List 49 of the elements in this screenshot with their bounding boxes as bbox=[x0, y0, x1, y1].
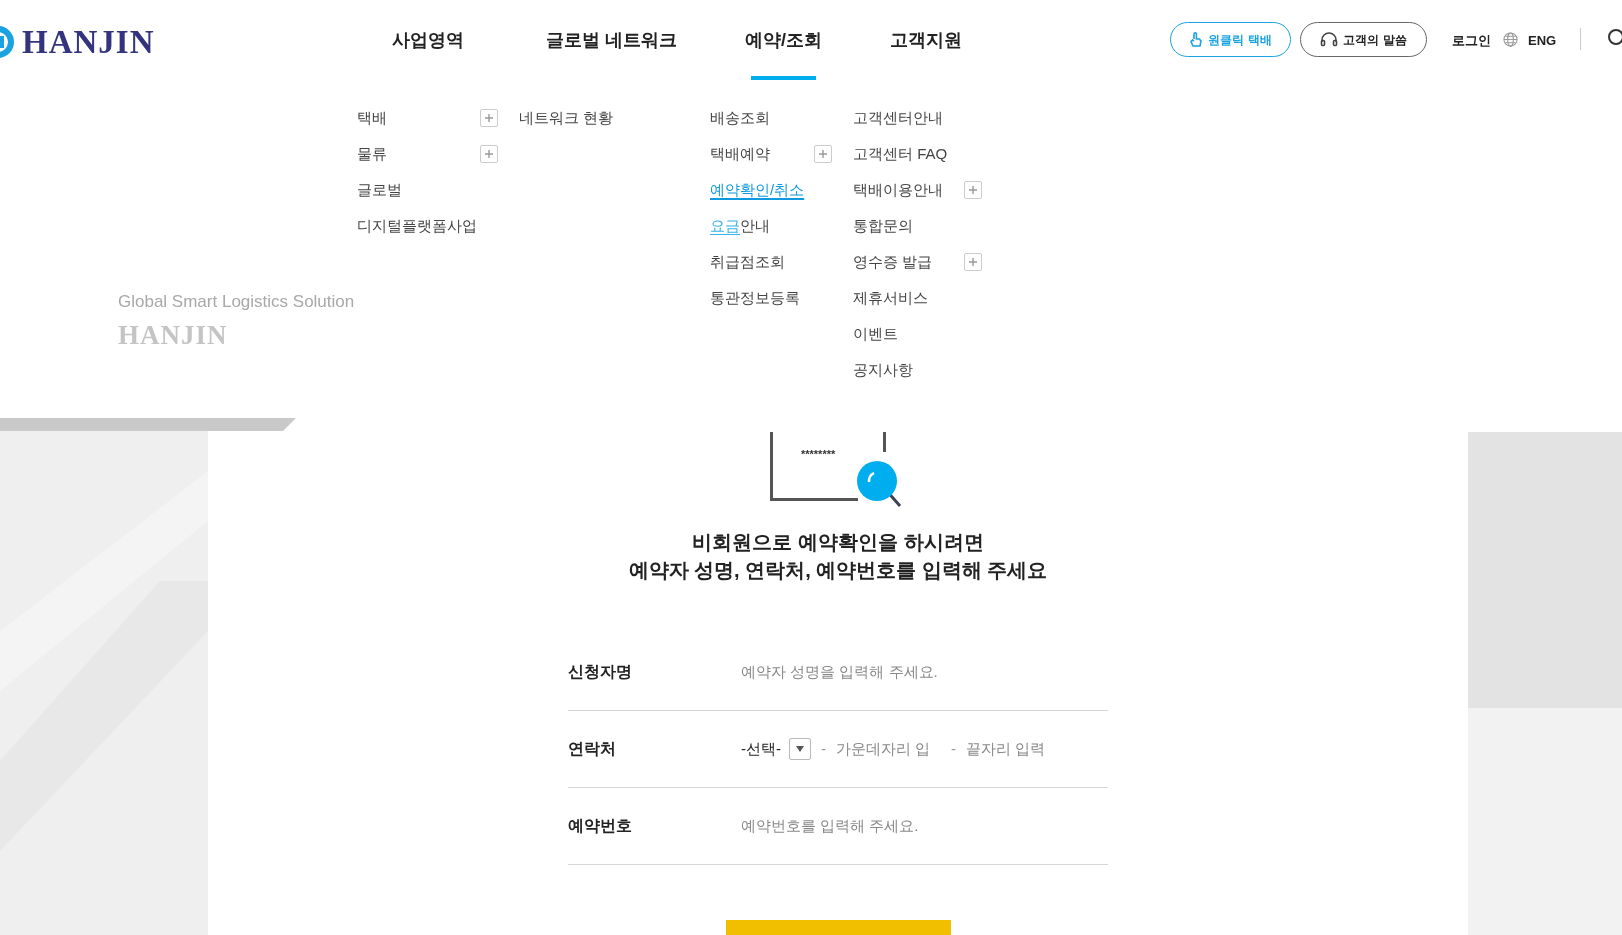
brand-logo: HANJIN bbox=[118, 319, 228, 352]
field-label: 연락처 bbox=[568, 739, 617, 760]
expand-icon[interactable] bbox=[480, 109, 498, 127]
menu-item[interactable]: 제휴서비스 bbox=[853, 286, 928, 310]
search-illustration: ******** bbox=[768, 432, 908, 504]
menu-item[interactable]: 디지털플랫폼사업 bbox=[357, 214, 477, 238]
input-field[interactable]: 예약자 성명을 입력해 주세요. bbox=[741, 660, 1108, 684]
globe-icon bbox=[1503, 32, 1518, 47]
search-icon[interactable] bbox=[1606, 28, 1622, 48]
input-field[interactable]: 가운데자리 입 bbox=[836, 737, 941, 761]
menu-item[interactable]: 택배 bbox=[357, 106, 387, 130]
input-field[interactable]: 예약번호를 입력해 주세요. bbox=[741, 814, 1108, 838]
menu-item[interactable]: 요금안내 bbox=[710, 214, 770, 238]
menu-item[interactable]: 배송조회 bbox=[710, 106, 770, 130]
field-label: 신청자명 bbox=[568, 662, 633, 683]
select-value[interactable]: -선택- bbox=[741, 737, 781, 761]
nav-tab[interactable]: 사업영역 bbox=[392, 0, 464, 80]
nav-tab[interactable]: 예약/조회 bbox=[745, 0, 823, 80]
menu-item[interactable]: 물류 bbox=[357, 142, 387, 166]
menu-item[interactable]: 택배이용안내 bbox=[853, 178, 943, 202]
separator-text: - bbox=[820, 738, 827, 759]
menu-item[interactable]: 고객센터안내 bbox=[853, 106, 943, 130]
nav-tab[interactable]: 글로벌 네트워크 bbox=[546, 0, 677, 80]
separator-text: - bbox=[950, 738, 957, 759]
menu-item[interactable]: 택배예약 bbox=[710, 142, 770, 166]
menu-item[interactable]: 취급점조회 bbox=[710, 250, 785, 274]
intro-text: 예약자 성명, 연락처, 예약번호를 입력해 주세요 bbox=[628, 558, 1048, 584]
dropdown-icon[interactable] bbox=[789, 738, 811, 761]
expand-icon[interactable] bbox=[964, 253, 982, 271]
menu-item[interactable]: 네트워크 현황 bbox=[519, 106, 614, 130]
expand-icon[interactable] bbox=[964, 181, 982, 199]
tagline: Global Smart Logistics Solution bbox=[118, 291, 355, 313]
nav-tab[interactable]: 고객지원 bbox=[890, 0, 963, 80]
menu-item[interactable]: 영수증 발급 bbox=[853, 250, 933, 274]
headset-icon bbox=[1320, 32, 1339, 47]
menu-item[interactable]: 공지사항 bbox=[853, 358, 913, 382]
language-link[interactable]: ENG bbox=[1528, 31, 1557, 51]
expand-icon[interactable] bbox=[480, 145, 498, 163]
field-label: 예약번호 bbox=[568, 816, 633, 837]
login-link[interactable]: 로그인 bbox=[1452, 31, 1491, 51]
menu-item[interactable]: 고객센터 FAQ bbox=[853, 142, 948, 166]
input-field[interactable]: 끝자리 입력 bbox=[966, 737, 1056, 761]
intro-text: 비회원으로 예약확인을 하시려면 bbox=[692, 530, 984, 556]
menu-item[interactable]: 글로벌 bbox=[357, 178, 402, 202]
logo[interactable]: HANJIN bbox=[22, 25, 155, 59]
menu-item[interactable]: 이벤트 bbox=[853, 322, 898, 346]
expand-icon[interactable] bbox=[814, 145, 832, 163]
menu-item[interactable]: 통합문의 bbox=[853, 214, 913, 238]
menu-item[interactable]: 통관정보등록 bbox=[710, 286, 800, 310]
